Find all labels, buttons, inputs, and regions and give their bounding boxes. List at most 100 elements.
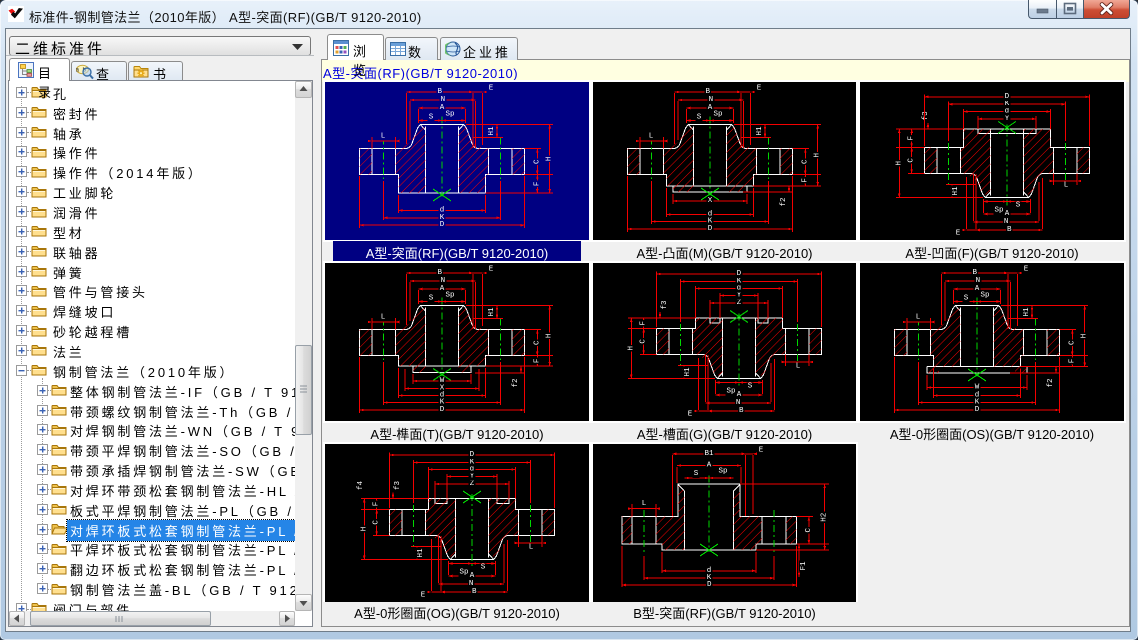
svg-text:B: B	[438, 269, 443, 277]
svg-text:D: D	[707, 581, 712, 589]
svg-text:D: D	[975, 406, 980, 414]
svg-text:N: N	[441, 96, 446, 104]
svg-text:D: D	[470, 451, 475, 459]
svg-text:Z: Z	[470, 480, 475, 488]
svg-text:H1: H1	[1023, 307, 1031, 317]
svg-text:K: K	[470, 459, 475, 467]
svg-text:F: F	[801, 178, 809, 183]
svg-text:L: L	[381, 133, 386, 141]
svg-text:N: N	[976, 277, 981, 285]
svg-text:f2: f2	[512, 378, 520, 387]
svg-text:F: F	[533, 359, 541, 364]
svg-text:F: F	[533, 182, 541, 187]
svg-text:Y: Y	[1005, 115, 1010, 123]
svg-text:X: X	[708, 197, 713, 205]
svg-text:f3: f3	[394, 481, 402, 491]
svg-text:d: d	[1005, 108, 1010, 116]
svg-text:H1: H1	[417, 548, 425, 558]
svg-text:L: L	[916, 314, 921, 322]
svg-text:H1: H1	[684, 367, 692, 377]
svg-text:K: K	[1005, 100, 1010, 108]
svg-text:F1: F1	[800, 561, 808, 571]
svg-text:S: S	[429, 295, 434, 303]
svg-text:D: D	[737, 270, 742, 278]
svg-text:C: C	[533, 159, 541, 164]
svg-text:L: L	[1064, 182, 1069, 190]
svg-text:C: C	[640, 339, 648, 344]
svg-text:E: E	[489, 266, 494, 274]
svg-text:L: L	[642, 500, 647, 508]
svg-text:S: S	[964, 295, 969, 303]
svg-text:C: C	[805, 528, 813, 533]
svg-text:Sp: Sp	[459, 569, 468, 577]
svg-text:D: D	[708, 225, 713, 233]
svg-text:A: A	[708, 104, 713, 112]
svg-text:H: H	[360, 527, 368, 532]
svg-text:Sp: Sp	[994, 207, 1003, 215]
svg-text:E: E	[489, 85, 494, 93]
svg-text:A: A	[440, 104, 445, 112]
svg-text:A: A	[707, 462, 712, 470]
svg-text:S: S	[429, 114, 434, 122]
svg-text:E: E	[1024, 266, 1029, 274]
svg-text:Sp: Sp	[445, 111, 454, 119]
svg-text:E: E	[688, 411, 693, 419]
svg-text:S: S	[481, 564, 486, 572]
svg-text:F: F	[373, 502, 381, 507]
svg-text:D: D	[440, 406, 445, 414]
svg-text:K: K	[737, 278, 742, 286]
svg-text:L: L	[649, 133, 654, 141]
svg-text:H1: H1	[488, 307, 496, 317]
svg-text:B: B	[438, 88, 443, 96]
svg-text:F: F	[1068, 359, 1076, 364]
svg-text:S: S	[694, 470, 699, 478]
svg-text:B: B	[472, 588, 477, 596]
svg-text:C: C	[801, 159, 809, 164]
svg-text:H: H	[895, 161, 903, 166]
svg-text:C: C	[1068, 340, 1076, 345]
svg-text:F: F	[908, 136, 916, 141]
svg-text:B1: B1	[704, 450, 714, 458]
svg-text:D: D	[1005, 93, 1010, 101]
svg-text:F: F	[640, 321, 648, 326]
svg-text:L: L	[796, 363, 801, 371]
svg-text:f3: f3	[922, 111, 930, 121]
svg-text:Y: Y	[470, 473, 475, 481]
svg-text:N: N	[469, 580, 474, 588]
svg-text:Sp: Sp	[445, 292, 454, 300]
svg-text:H1: H1	[756, 126, 764, 136]
svg-text:E: E	[759, 447, 764, 455]
svg-text:Sp: Sp	[980, 292, 989, 300]
svg-text:Y: Y	[737, 292, 742, 300]
svg-text:S: S	[1016, 202, 1021, 210]
svg-text:L: L	[381, 314, 386, 322]
svg-text:Z: Z	[737, 299, 742, 307]
svg-text:A: A	[737, 391, 742, 399]
svg-text:S: S	[697, 114, 702, 122]
svg-text:D: D	[440, 221, 445, 229]
svg-text:C: C	[533, 340, 541, 345]
svg-text:A: A	[440, 285, 445, 293]
svg-text:H: H	[546, 157, 554, 162]
svg-text:N: N	[736, 399, 741, 407]
svg-text:W: W	[975, 384, 980, 392]
svg-text:L: L	[529, 544, 534, 552]
svg-text:d: d	[470, 466, 475, 474]
svg-text:N: N	[441, 277, 446, 285]
svg-text:d: d	[737, 285, 742, 293]
svg-text:C: C	[373, 520, 381, 525]
svg-text:H: H	[546, 334, 554, 339]
svg-text:H1: H1	[488, 126, 496, 136]
svg-text:Sp: Sp	[726, 388, 735, 396]
svg-text:C: C	[908, 158, 916, 163]
svg-text:f2: f2	[1047, 378, 1055, 387]
svg-text:E: E	[757, 85, 762, 93]
svg-text:H: H	[627, 346, 635, 351]
svg-text:B: B	[706, 88, 711, 96]
svg-text:S: S	[748, 383, 753, 391]
svg-text:f3: f3	[661, 300, 669, 310]
svg-text:A: A	[975, 285, 980, 293]
svg-text:N: N	[709, 96, 714, 104]
svg-text:N: N	[1004, 218, 1009, 226]
svg-text:Sp: Sp	[718, 468, 727, 476]
